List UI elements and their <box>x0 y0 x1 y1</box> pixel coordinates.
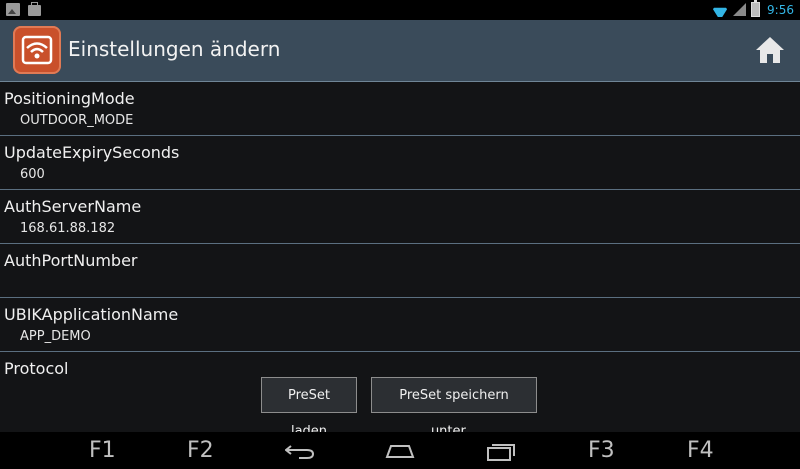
wifi-app-icon[interactable] <box>13 26 61 74</box>
home-nav-icon[interactable] <box>385 443 415 459</box>
setting-value: 168.61.88.182 <box>20 221 116 236</box>
setting-value: 600 <box>20 167 45 182</box>
action-bar: Einstellungen ändern <box>0 20 800 82</box>
setting-label: UBIKApplicationName <box>4 305 179 324</box>
setting-label: AuthServerName <box>4 197 142 216</box>
setting-label: Protocol <box>4 359 69 378</box>
f1-key[interactable]: F1 <box>89 438 116 463</box>
navigation-bar: F1 F2 F3 F4 <box>0 432 800 469</box>
setting-label: AuthPortNumber <box>4 251 138 270</box>
wifi-icon <box>712 3 728 17</box>
setting-label: PositioningMode <box>4 89 135 108</box>
save-preset-as-button[interactable]: PreSet speichern unter... <box>371 377 537 439</box>
setting-label: UpdateExpirySeconds <box>4 143 180 162</box>
status-time: 9:56 <box>767 2 794 17</box>
shopping-bag-icon <box>28 2 41 16</box>
setting-auth-server-name[interactable]: AuthServerName 168.61.88.182 <box>0 190 800 244</box>
setting-value: OUTDOOR_MODE <box>20 113 134 128</box>
battery-icon <box>751 0 761 17</box>
setting-value: APP_DEMO <box>20 329 91 344</box>
setting-auth-port-number[interactable]: AuthPortNumber <box>0 244 800 298</box>
back-icon[interactable] <box>285 443 315 459</box>
f3-key[interactable]: F3 <box>588 438 615 463</box>
setting-positioning-mode[interactable]: PositioningMode OUTDOOR_MODE <box>0 82 800 136</box>
status-right-icons: 9:56 <box>712 0 794 17</box>
f4-key[interactable]: F4 <box>687 438 714 463</box>
home-icon[interactable] <box>754 34 786 66</box>
f2-key[interactable]: F2 <box>187 438 214 463</box>
recent-apps-icon[interactable] <box>486 443 516 461</box>
signal-icon <box>733 3 747 16</box>
setting-ubik-application-name[interactable]: UBIKApplicationName APP_DEMO <box>0 298 800 352</box>
page-title: Einstellungen ändern <box>68 37 281 61</box>
status-left-icons <box>6 2 41 16</box>
setting-update-expiry-seconds[interactable]: UpdateExpirySeconds 600 <box>0 136 800 190</box>
image-icon <box>6 3 20 16</box>
load-preset-button[interactable]: PreSet laden <box>261 377 357 439</box>
status-bar: 9:56 <box>0 0 800 20</box>
